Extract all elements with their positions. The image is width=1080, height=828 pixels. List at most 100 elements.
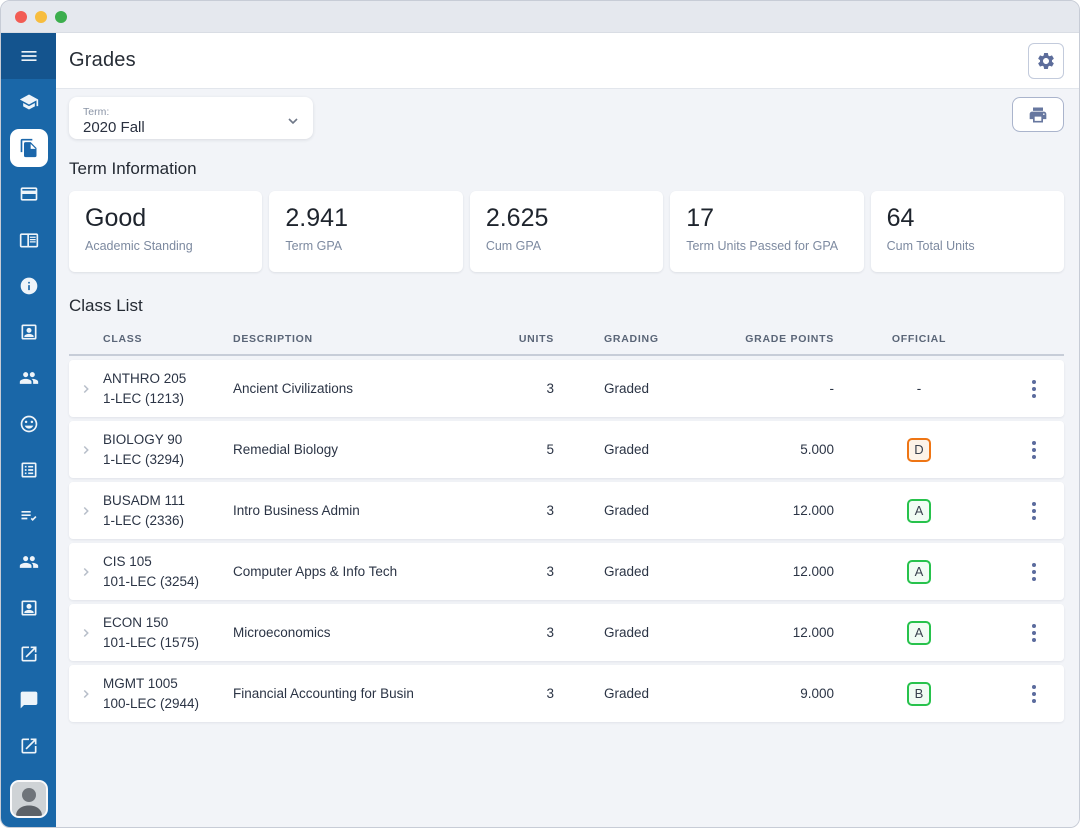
units-cell: 5 [546,442,554,457]
page-header: Grades [56,33,1079,89]
col-grade-points: Grade Points [745,333,834,345]
menu-icon [21,51,36,61]
table-row: BIOLOGY 90 1-LEC (3294) Remedial Biology … [69,421,1064,478]
chevron-right-icon [83,628,89,637]
grade-badge: D [907,437,931,462]
sidebar-item-contacts[interactable] [1,585,56,631]
expand-row-button[interactable] [69,687,103,701]
documents-icon [20,138,36,158]
card-label: Term Units Passed for GPA [686,239,839,253]
sidebar-item-external-2[interactable] [1,723,56,769]
people-icon [19,372,38,384]
contact-badge-icon [21,324,36,340]
sidebar-item-billing[interactable] [1,171,56,217]
term-info-cards: Good Academic Standing 2.941 Term GPA 2.… [69,191,1065,272]
expand-row-button[interactable] [69,565,103,579]
col-official: Official [891,333,947,345]
grading-cell: Graded [604,442,650,457]
units-cell: 3 [546,625,554,640]
sidebar-item-info[interactable] [1,263,56,309]
zoom-window-button[interactable] [55,10,67,23]
sidebar-item-profile[interactable] [1,309,56,355]
settings-button[interactable] [1028,42,1064,79]
card-academic-standing: Good Academic Standing [69,191,263,272]
description-cell: Computer Apps & Info Tech [233,564,398,579]
expand-row-button[interactable] [69,382,103,396]
class-cell: BIOLOGY 90 1-LEC (3294) [103,431,185,467]
term-select[interactable]: Term: 2020 Fall [69,97,313,139]
card-term-gpa: 2.941 Term GPA [269,191,463,272]
official-grade-cell: A [834,620,1004,645]
row-menu-button[interactable] [1004,421,1064,478]
people-icon [19,556,38,568]
sidebar-item-external-1[interactable] [1,631,56,677]
card-value: 64 [886,204,915,232]
row-menu-button[interactable] [1004,604,1064,661]
contact-badge-icon [21,600,36,616]
sidebar-item-checklist[interactable] [1,493,56,539]
info-icon [20,277,37,295]
sidebar-item-messages[interactable] [1,677,56,723]
external-link-icon [21,646,36,662]
sidebar-item-wellness[interactable] [1,401,56,447]
playlist-check-icon [21,511,36,521]
grade-points-cell: 9.000 [800,686,834,701]
expand-row-button[interactable] [69,626,103,640]
card-label: Cum GPA [485,239,542,253]
sidebar-item-groups[interactable] [1,539,56,585]
col-grading: Grading [604,333,659,345]
row-menu-button[interactable] [1004,482,1064,539]
chevron-right-icon [83,384,89,393]
term-select-label: Term: [83,105,110,118]
grade-badge: A [907,620,931,645]
expand-row-button[interactable] [69,504,103,518]
official-grade-cell: A [834,498,1004,523]
sidebar-item-enrollment[interactable] [1,217,56,263]
class-cell: MGMT 1005 100-LEC (2944) [103,675,200,711]
card-cum-total-units: 64 Cum Total Units [870,191,1065,272]
sidebar-item-academics[interactable] [1,79,56,125]
chevron-right-icon [83,567,89,576]
grade-badge: B [907,681,931,706]
row-menu-button[interactable] [1004,543,1064,600]
grade-points-cell: 12.000 [792,503,834,518]
sidebar-item-tasks[interactable] [1,447,56,493]
official-grade-cell: D [834,437,1004,462]
print-button[interactable] [1012,97,1064,132]
official-grade-cell: A [834,559,1004,584]
credit-card-icon [20,187,37,201]
chat-icon [20,691,37,709]
active-nav-tile [9,129,48,167]
grading-cell: Graded [604,625,650,640]
class-table-header: Class Description Units Grading Grade Po… [69,324,1064,356]
card-value: 17 [686,204,715,232]
page-title: Grades [69,49,136,71]
reader-icon [19,233,38,248]
class-cell: CIS 105 101-LEC (3254) [103,553,200,589]
chevron-right-icon [83,506,89,515]
grade-points-cell: 12.000 [792,625,834,640]
col-units: Units [518,333,554,345]
units-cell: 3 [546,564,554,579]
sidebar-item-advisors[interactable] [1,355,56,401]
units-cell: 3 [546,381,554,396]
sidebar-menu-button[interactable] [1,33,56,79]
description-cell: Intro Business Admin [233,503,360,518]
card-value: Good [85,204,147,232]
card-label: Term GPA [285,239,343,253]
row-menu-button[interactable] [1004,360,1064,417]
user-avatar[interactable] [9,780,48,818]
row-menu-button[interactable] [1004,665,1064,722]
close-window-button[interactable] [15,10,27,23]
expand-row-button[interactable] [69,443,103,457]
content-area: Term: 2020 Fall Term Information Good Ac… [56,89,1079,827]
description-cell: Remedial Biology [233,442,339,457]
window-titlebar [1,1,1079,33]
sidebar-item-grades[interactable] [1,125,56,171]
avatar-photo [11,782,46,816]
class-list-heading: Class List [69,296,143,315]
minimize-window-button[interactable] [35,10,47,23]
class-cell: ANTHRO 205 1-LEC (1213) [103,370,187,406]
card-label: Cum Total Units [886,239,975,253]
card-value: 2.941 [285,204,348,232]
